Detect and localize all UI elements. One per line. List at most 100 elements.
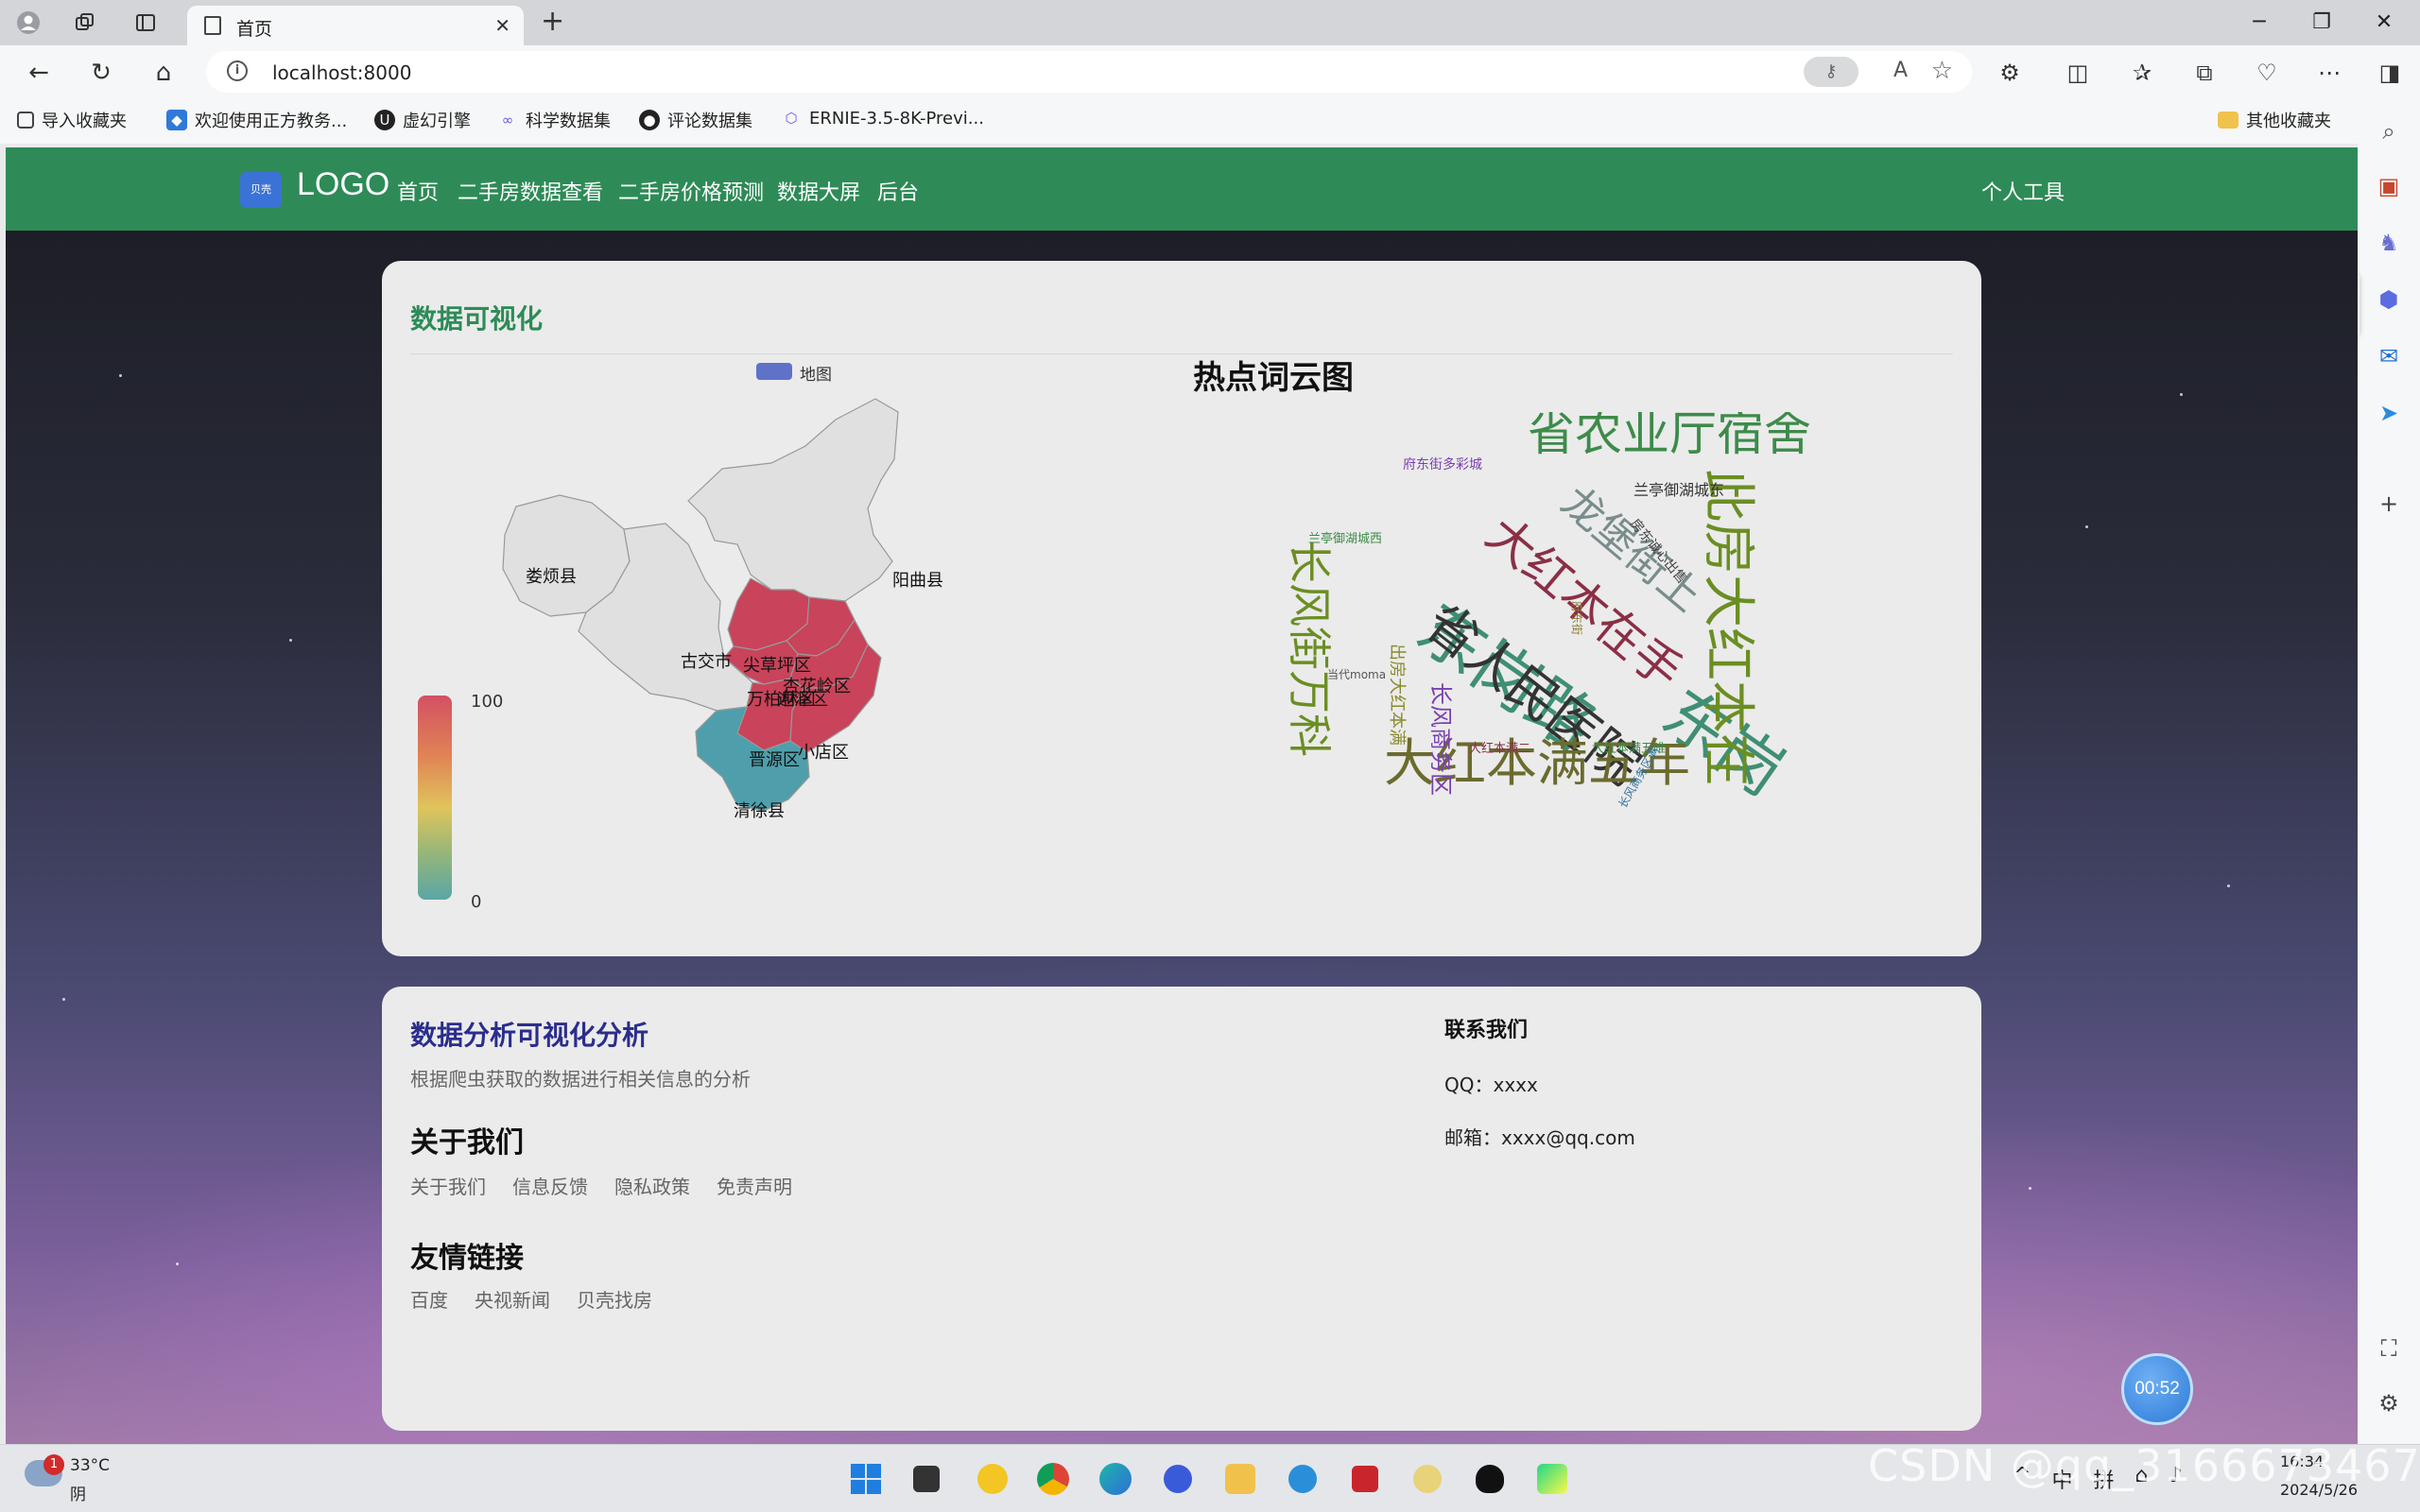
analysis-title: 数据分析可视化分析 — [410, 1020, 649, 1051]
wordcloud-word: 省农业厅宿舍 — [1528, 412, 1811, 461]
search-icon[interactable]: ⌕ — [2373, 115, 2405, 147]
nav-home[interactable]: 首页 — [397, 176, 439, 206]
profile-icon[interactable] — [13, 8, 43, 38]
edge-sidebar: ⌕ ▣ ♞ ⬢ ✉ ➤ + ⛶ ⚙ — [2358, 98, 2420, 1444]
weather-condition[interactable]: 阴 — [70, 1481, 86, 1504]
bookmark-import[interactable]: 导入收藏夹 — [17, 108, 127, 132]
pycharm-icon[interactable] — [1537, 1464, 1567, 1494]
zfjw-icon: ◆ — [166, 110, 187, 130]
bookmark-zfjw[interactable]: ◆ 欢迎使用正方教务... — [166, 108, 347, 132]
wordcloud-word: 兰亭御湖城东 — [1634, 481, 1724, 499]
label-yingze: 迎泽区 — [777, 690, 828, 710]
wordcloud-word: 兰亭御湖城西 — [1308, 531, 1382, 546]
friend-links-title: 友情链接 — [410, 1242, 524, 1275]
tools-icon[interactable]: ▣ — [2373, 170, 2405, 202]
link-about-us[interactable]: 关于我们 — [410, 1172, 486, 1199]
close-window-icon[interactable]: ✕ — [2365, 8, 2403, 38]
link-beike[interactable]: 贝壳找房 — [577, 1285, 652, 1313]
label-jinyuan: 晋源区 — [749, 750, 800, 770]
copilot-icon[interactable]: ⬢ — [2373, 284, 2405, 316]
games-icon[interactable]: ♞ — [2373, 227, 2405, 259]
link-privacy[interactable]: 隐私政策 — [614, 1172, 690, 1199]
visualmap-gradient[interactable] — [418, 696, 452, 900]
bookmark-comment-data[interactable]: ● 评论数据集 — [639, 108, 752, 132]
more-menu-icon[interactable]: ⋯ — [2312, 57, 2346, 89]
favorite-star-icon[interactable]: ☆ — [1931, 57, 1953, 85]
bookmark-ernie[interactable]: ⬡ ERNIE-3.5-8K-Previ... — [781, 108, 984, 129]
weather-temperature[interactable]: 33°C — [70, 1456, 110, 1475]
link-baidu[interactable]: 百度 — [410, 1285, 448, 1313]
browser-essentials-icon[interactable]: ♡ — [2250, 57, 2284, 89]
vertical-tabs-icon[interactable] — [130, 8, 161, 38]
floating-timer[interactable]: 00:52 — [2121, 1353, 2193, 1425]
outlook-icon[interactable]: ✉ — [2373, 340, 2405, 372]
screenshot-icon[interactable]: ⛶ — [2373, 1332, 2405, 1365]
wordcloud-word: 府东街 — [1570, 601, 1584, 635]
nav-personal-tools[interactable]: 个人工具 — [1981, 176, 2065, 206]
home-icon[interactable]: ⌂ — [147, 57, 180, 89]
minimize-icon[interactable]: ─ — [2240, 8, 2278, 38]
contact-title: 联系我们 — [1444, 1019, 1529, 1042]
send-icon[interactable]: ➤ — [2373, 397, 2405, 429]
extensions-icon[interactable]: ⚙ — [1993, 57, 2027, 89]
about-links: 关于我们 信息反馈 隐私政策 免责声明 — [410, 1172, 792, 1199]
visualmap-min-label: 0 — [471, 892, 482, 912]
chrome-icon[interactable] — [1037, 1463, 1069, 1495]
new-tab-icon[interactable]: + — [541, 8, 564, 36]
word-cloud: 东岗路 东岗大红本在手省人民医院省农业厅宿舍此房大红本在长风街万科大红本满五年龙堡… — [1289, 412, 1811, 811]
link-cctv-news[interactable]: 央视新闻 — [475, 1285, 550, 1313]
nav-admin[interactable]: 后台 — [877, 176, 919, 206]
collections-icon[interactable]: ⧉ — [2187, 57, 2221, 89]
browser-app-icon[interactable] — [1288, 1465, 1317, 1493]
sidebar-toggle-icon[interactable]: ◨ — [2373, 57, 2407, 89]
taiyuan-map[interactable]: 娄烦县 阳曲县 古交市 尖草坪区 杏花岭区 万柏林区 迎泽区 小店区 晋源区 清… — [382, 261, 1100, 956]
workspaces-icon[interactable] — [70, 8, 100, 38]
label-jiancaoping: 尖草坪区 — [743, 656, 811, 676]
start-windows-icon[interactable] — [847, 1460, 885, 1498]
file-explorer-icon[interactable] — [1225, 1464, 1255, 1494]
site-logo[interactable]: LOGO — [297, 166, 389, 203]
read-aloud-icon[interactable]: A — [1893, 59, 1908, 82]
github-icon: ● — [639, 110, 660, 130]
tab-title: 首页 — [236, 19, 273, 40]
tab-home[interactable]: 首页 ✕ — [187, 6, 524, 45]
add-app-icon[interactable]: + — [2373, 488, 2405, 520]
restore-icon[interactable]: ❐ — [2303, 8, 2341, 38]
url-field[interactable]: i localhost:8000 ⚷ A ☆ — [206, 51, 1972, 93]
close-tab-icon[interactable]: ✕ — [494, 14, 510, 37]
favorites-icon[interactable]: ✰ — [2125, 57, 2159, 89]
label-qingxu: 清徐县 — [734, 801, 785, 821]
bookmark-other-folder[interactable]: 其他收藏夹 — [2218, 108, 2331, 132]
site-navbar: 贝壳 LOGO 首页 二手房数据查看 二手房价格预测 数据大屏 后台 个人工具 — [6, 147, 2358, 231]
visualization-card: 数据可视化 地图 娄烦县 阳曲县 古交市 尖草坪区 杏花岭区 万柏林区 迎泽区 … — [382, 261, 1981, 956]
app-circle-icon[interactable] — [1164, 1465, 1192, 1493]
region-yangqu[interactable] — [687, 398, 899, 602]
refresh-icon[interactable]: ↻ — [85, 57, 117, 89]
link-disclaimer[interactable]: 免责声明 — [717, 1172, 792, 1199]
task-view-icon[interactable] — [913, 1466, 940, 1492]
edge-icon[interactable] — [1099, 1463, 1132, 1495]
app-red-icon[interactable] — [1352, 1466, 1378, 1492]
nav-price-predict[interactable]: 二手房价格预测 — [618, 176, 764, 206]
logo-badge[interactable]: 贝壳 — [240, 172, 282, 208]
nav-house-data[interactable]: 二手房数据查看 — [458, 176, 603, 206]
friend-links: 百度 央视新闻 贝壳找房 — [410, 1285, 652, 1313]
qq-penguin-icon[interactable] — [1476, 1465, 1504, 1493]
bookmark-science-data[interactable]: ∞ 科学数据集 — [497, 108, 611, 132]
link-feedback[interactable]: 信息反馈 — [512, 1172, 588, 1199]
password-key-icon[interactable]: ⚷ — [1804, 57, 1858, 87]
wordcloud-title: 热点词云图 — [1193, 359, 1354, 397]
app-yellow-icon[interactable] — [1413, 1465, 1442, 1493]
shield-app-icon[interactable] — [977, 1464, 1008, 1494]
split-screen-icon[interactable]: ◫ — [2061, 57, 2095, 89]
back-icon[interactable]: ← — [23, 57, 55, 89]
settings-gear-icon[interactable]: ⚙ — [2373, 1387, 2405, 1419]
bookmark-unreal[interactable]: U 虚幻引擎 — [374, 108, 471, 132]
browser-tab-bar: 首页 ✕ + ─ ❐ ✕ — [0, 0, 2420, 45]
label-xiaodian: 小店区 — [798, 743, 849, 763]
wordcloud-word: 此房大红本在 — [1697, 469, 1758, 786]
unreal-icon: U — [374, 110, 395, 130]
page-viewport: 贝壳 LOGO 首页 二手房数据查看 二手房价格预测 数据大屏 后台 个人工具 … — [6, 147, 2358, 1444]
site-info-icon[interactable]: i — [227, 60, 248, 81]
nav-data-screen[interactable]: 数据大屏 — [777, 176, 860, 206]
